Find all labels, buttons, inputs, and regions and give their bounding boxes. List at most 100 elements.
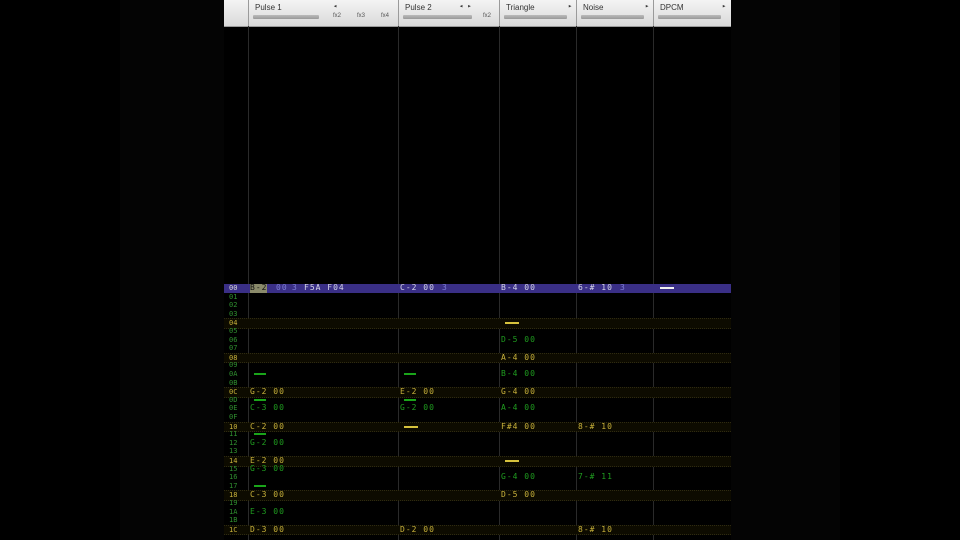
right-margin [731,0,840,540]
pattern-row[interactable]: 12 G-2 00 [224,438,731,448]
fx-expand-icon[interactable]: ▸ [722,2,726,10]
channel-header-dpcm[interactable]: DPCM ▸ [653,0,731,26]
row-number: 1A [229,507,238,516]
row-number: 09 [229,361,238,370]
pattern-row[interactable]: 0B [224,379,731,388]
triangle-note[interactable]: D-5 00 [501,335,536,345]
pulse2-note-cut [404,398,416,401]
row-number: 12 [229,438,238,447]
triangle-note-cut [505,322,519,325]
pulse1-note-cut [254,398,266,401]
triangle-note-cut [505,460,519,462]
pattern-row[interactable]: 01 [224,293,731,302]
fx-column-label[interactable]: fx4 [381,13,389,19]
fx-toggle-icon[interactable]: ◂ ▸ [459,2,472,10]
row-number: 07 [229,344,238,353]
pulse1-volume[interactable]: 3 [292,283,298,293]
pulse2-note-cut [404,425,418,428]
noise-note[interactable]: 6-# 10 [578,283,613,293]
volume-meter [581,15,644,19]
pulse1-note[interactable]: G-3 00 [250,464,285,474]
pattern-row[interactable]: 1C D-3 00 D-2 00 8-# 10 [224,524,731,536]
pattern-row[interactable]: 16 G-4 00 7-# 11 [224,473,731,482]
pulse1-note[interactable]: G-2 00 [250,438,285,448]
pulse1-note-selected[interactable]: B-2 [250,283,268,293]
pulse1-instrument[interactable]: 00 [276,283,288,293]
row-number: 19 [229,499,238,507]
volume-meter [658,15,721,19]
pulse2-note[interactable]: C-2 00 [400,283,435,293]
pulse2-note[interactable]: D-2 00 [400,525,435,535]
noise-note[interactable]: 7-# 11 [578,473,613,482]
fx-expand-icon[interactable]: ▸ [568,2,572,10]
pattern-row[interactable]: 0A B-4 00 [224,369,731,379]
pulse1-note-cut [254,433,266,436]
dpcm-stop-marker [660,287,674,289]
pattern-editor[interactable]: Pulse 1 ◂ fx2 fx3 fx4 Pulse 2 ◂ ▸ fx2 Tr… [224,0,731,540]
triangle-note[interactable]: G-4 00 [501,473,536,482]
row-number: 11 [229,430,238,439]
cursor-row[interactable]: 00 B-2 00 3 F5A F04 C-2 00 3 B-4 00 6-# … [224,283,731,293]
row-number: 00 [229,284,238,292]
row-number: 01 [229,292,238,301]
pulse1-note[interactable]: D-3 00 [250,525,285,535]
pattern-row[interactable]: 15 G-3 00 [224,464,731,474]
pattern-row[interactable]: 0E C-3 00 G-2 00 A-4 00 [224,404,731,413]
pattern-row[interactable]: 1A E-3 00 [224,507,731,517]
pattern-row[interactable]: 05 [224,327,731,336]
pattern-row[interactable]: 07 [224,344,731,353]
pattern-row[interactable]: 0F [224,413,731,422]
fx-column-label[interactable]: fx3 [357,13,365,19]
row-number: 17 [229,481,238,490]
row-number: 15 [229,464,238,473]
volume-meter [504,15,567,19]
row-number: 13 [229,447,238,456]
pattern-row[interactable]: 06 D-5 00 [224,335,731,345]
row-number: 0D [229,395,238,404]
triangle-note[interactable]: B-4 00 [501,283,536,293]
pattern-row[interactable]: 03 [224,310,731,319]
channel-header-pulse2[interactable]: Pulse 2 ◂ ▸ fx2 [398,0,500,26]
pulse1-note[interactable]: C-3 00 [250,404,285,413]
fx-expand-icon[interactable]: ▸ [645,2,649,10]
pattern-row[interactable]: 0D [224,396,731,405]
channel-name: Triangle [506,3,535,12]
row-number: 0B [229,378,238,387]
fx-column-label[interactable]: fx2 [333,13,341,19]
pulse2-note[interactable]: G-2 00 [400,404,435,413]
volume-meter [253,15,319,19]
row-number: 02 [229,301,238,310]
volume-meter [403,15,472,19]
noise-note[interactable]: 8-# 10 [578,525,613,535]
fx-collapse-icon[interactable]: ◂ [333,2,337,10]
channel-name: Noise [583,3,604,12]
pattern-row[interactable]: 19 [224,499,731,508]
channel-name: DPCM [660,3,684,12]
channel-header-triangle[interactable]: Triangle ▸ [499,0,577,26]
channel-header: Pulse 1 ◂ fx2 fx3 fx4 Pulse 2 ◂ ▸ fx2 Tr… [224,0,731,27]
row-number: 06 [229,335,238,344]
channel-name: Pulse 2 [405,3,432,12]
row-number: 03 [229,309,238,318]
pattern-row[interactable]: 13 [224,447,731,456]
noise-volume[interactable]: 3 [620,283,626,293]
triangle-note[interactable]: A-4 00 [501,404,536,413]
channel-name: Pulse 1 [255,3,282,12]
pulse2-note-cut [404,373,416,375]
row-number: 0A [229,370,238,378]
pattern-row[interactable]: 02 [224,301,731,310]
row-number: 1B [229,516,238,525]
triangle-note[interactable]: B-4 00 [501,369,536,379]
pulse2-volume[interactable]: 3 [442,283,448,293]
fx-column-label[interactable]: fx2 [483,13,491,19]
channel-header-pulse1[interactable]: Pulse 1 ◂ fx2 fx3 fx4 [248,0,399,26]
pattern-row[interactable]: 09 [224,361,731,370]
pulse1-note-cut [254,484,266,487]
pattern-row[interactable]: 1B [224,516,731,525]
pulse1-note[interactable]: E-3 00 [250,507,285,517]
row-number: 1C [229,525,238,534]
pattern-row[interactable]: 17 [224,482,731,491]
channel-header-noise[interactable]: Noise ▸ [576,0,654,26]
pulse1-effects[interactable]: F5A F04 [304,283,345,293]
pattern-row[interactable]: 11 [224,430,731,439]
